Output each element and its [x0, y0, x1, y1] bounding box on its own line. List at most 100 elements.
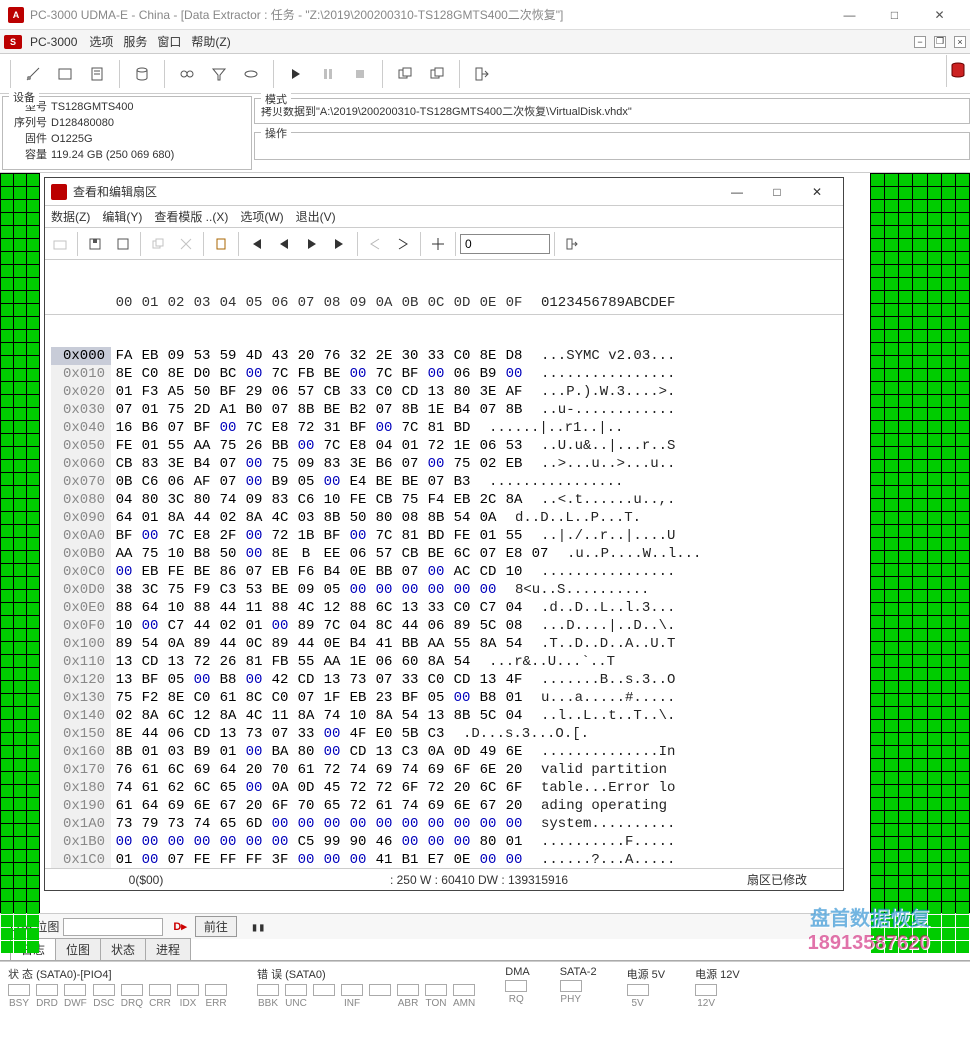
hex-row[interactable]: 0x04016B607BF007CE87231BF007C81BD......|… [51, 419, 837, 437]
hex-row[interactable]: 0x0E0886410884411884C12886C1333C0C704.d.… [51, 599, 837, 617]
session-icon[interactable] [51, 60, 79, 88]
menubar: S PC-3000 选项 服务 窗口 帮助(Z) − ❐ × [0, 30, 970, 54]
submenu-data[interactable]: 数据(Z) [51, 208, 90, 225]
paste-icon[interactable] [208, 231, 234, 257]
copy1-icon[interactable] [391, 60, 419, 88]
submenu-template[interactable]: 查看模版 ..(X) [154, 208, 228, 225]
sub-close-button[interactable]: ✕ [797, 178, 837, 206]
hex-row[interactable]: 0x1C0010007FEFFFF3F00000041B1E70E0000...… [51, 851, 837, 868]
hex-row[interactable]: 0x0D0383C75F9C353BE09050000000000008<u..… [51, 581, 837, 599]
minimize-button[interactable]: — [827, 0, 872, 30]
hex-row[interactable]: 0x050FE0155AA7526BB007CE80401721E0653..U… [51, 437, 837, 455]
status-group-title: 状 态 (SATA0)-[PIO4] [8, 966, 227, 982]
last-icon[interactable] [327, 231, 353, 257]
hex-row[interactable]: 0x13075F28EC0618CC0071FEB23BF0500B801u..… [51, 689, 837, 707]
close-button[interactable]: ✕ [917, 0, 962, 30]
status-group: SATA-2PHY [560, 966, 597, 1009]
hex-row[interactable]: 0x000FAEB0953594D432076322E3033C08ED8...… [51, 347, 837, 365]
mdi-restore-icon[interactable]: ❐ [934, 36, 946, 48]
pause-icon[interactable] [314, 60, 342, 88]
hex-row[interactable]: 0x1608B0103B90100BA8000CD13C30A0D496E...… [51, 743, 837, 761]
hex-row[interactable]: 0x0F01000C744020100897C048C4406895C08...… [51, 617, 837, 635]
lba-input[interactable] [63, 918, 163, 936]
db-icon[interactable] [949, 61, 969, 81]
funnel-icon[interactable] [205, 60, 233, 88]
tab-process[interactable]: 进程 [145, 938, 191, 960]
hex-row[interactable]: 0x0C000EBFEBE8607EBF6B40EBB0700ACCD10...… [51, 563, 837, 581]
exit-icon[interactable] [468, 60, 496, 88]
first-icon[interactable] [243, 231, 269, 257]
sub-maximize-button[interactable]: □ [757, 178, 797, 206]
menu-options[interactable]: 选项 [89, 33, 113, 50]
grid-icon[interactable] [425, 231, 451, 257]
window-titlebar: A PC-3000 UDMA-E - China - [Data Extract… [0, 0, 970, 30]
exit-door-icon[interactable] [559, 231, 585, 257]
submenu-exit[interactable]: 退出(V) [296, 208, 336, 225]
hex-row[interactable]: 0x140028A6C128A4C118A74108A54138B5C04..l… [51, 707, 837, 725]
open-icon[interactable] [47, 231, 73, 257]
mdi-close-icon[interactable]: × [954, 36, 966, 48]
hex-area[interactable]: 0x000000102030405060708090A0B0C0D0E0F012… [45, 260, 843, 868]
copy2-icon[interactable] [423, 60, 451, 88]
save-icon[interactable] [82, 231, 108, 257]
led-bbk: BBK [257, 984, 279, 1009]
mdi-minimize-icon[interactable]: − [914, 36, 926, 48]
hex-row[interactable]: 0x0300701752DA1B0078BBEB2078B1EB4078B..u… [51, 401, 837, 419]
led-rq: RQ [505, 980, 527, 1005]
hex-row[interactable]: 0x0108EC08ED0BC007CFBBE007CBF0006B900...… [51, 365, 837, 383]
led-crr: CRR [149, 984, 171, 1009]
saveas-icon[interactable] [110, 231, 136, 257]
hex-row[interactable]: 0x09064018A44028A4C038B5080088B540Ad..D.… [51, 509, 837, 527]
hex-row[interactable]: 0x1B000000000000000C59990460000008001...… [51, 833, 837, 851]
led-drd: DRD [36, 984, 58, 1009]
step-next-icon[interactable] [390, 231, 416, 257]
goto-input[interactable] [460, 234, 550, 254]
hex-row[interactable]: 0x1508E4406CD13730733004FE05BC3.D...s.3.… [51, 725, 837, 743]
hex-row[interactable]: 0x12013BF0500B80042CD13730733C0CD134F...… [51, 671, 837, 689]
led-idx: IDX [177, 984, 199, 1009]
cut-icon[interactable] [173, 231, 199, 257]
cylinder-icon[interactable] [128, 60, 156, 88]
hex-row[interactable]: 0x1A073797374656D00000000000000000000sys… [51, 815, 837, 833]
hex-row[interactable]: 0x1906164696E67206F7065726174696E6720adi… [51, 797, 837, 815]
binoculars-icon[interactable] [173, 60, 201, 88]
sub-toolbar [45, 228, 843, 260]
hex-row[interactable]: 0x060CB833EB407007509833EB607007502EB..>… [51, 455, 837, 473]
hex-row[interactable]: 0x0A0BF007CE82F00721BBF007C81BDFE0155..|… [51, 527, 837, 545]
next-icon[interactable] [299, 231, 325, 257]
op-legend: 操作 [261, 125, 291, 141]
device-cap-label: 容量 [13, 147, 47, 163]
led-bsy: BSY [8, 984, 30, 1009]
hex-row[interactable]: 0x17076616C696420706172746974696F6E20val… [51, 761, 837, 779]
tools-icon[interactable] [19, 60, 47, 88]
log-icon[interactable] [83, 60, 111, 88]
play-icon[interactable] [282, 60, 310, 88]
hex-row[interactable]: 0x02001F3A550BF290657CB33C0CD13803EAF...… [51, 383, 837, 401]
hex-row[interactable]: 0x11013CD13722681FB55AA1E06608A54...r&..… [51, 653, 837, 671]
menu-window[interactable]: 窗口 [157, 33, 181, 50]
status-modified: 扇区已修改 [717, 871, 837, 888]
status-wordinfo: : 250 W : 60410 DW : 139315916 [241, 873, 717, 887]
copy-icon[interactable] [145, 231, 171, 257]
maximize-button[interactable]: □ [872, 0, 917, 30]
submenu-options[interactable]: 选项(W) [240, 208, 283, 225]
stop-icon[interactable] [346, 60, 374, 88]
prev-icon[interactable] [271, 231, 297, 257]
hex-row[interactable]: 0x0700BC606AF0700B90500E4BEBE07B3.......… [51, 473, 837, 491]
hex-row[interactable]: 0x1807461626C65000A0D4572726F72206C6Ftab… [51, 779, 837, 797]
step-prev-icon[interactable] [362, 231, 388, 257]
hex-row[interactable]: 0x0B0AA7510B850008EBEE0657CBBE6C07E807.u… [51, 545, 837, 563]
disk-icon[interactable] [237, 60, 265, 88]
hex-row[interactable]: 0x10089540A89440C89440EB441BBAA558A54.T.… [51, 635, 837, 653]
hex-row[interactable]: 0x08004803C80740983C610FECB75F4EB2C8A..<… [51, 491, 837, 509]
menu-help[interactable]: 帮助(Z) [191, 33, 230, 50]
main-area: 查看和编辑扇区 — □ ✕ 数据(Z) 编辑(Y) 查看模版 ..(X) 选项(… [0, 173, 970, 913]
sub-minimize-button[interactable]: — [717, 178, 757, 206]
menu-services[interactable]: 服务 [123, 33, 147, 50]
led-err: ERR [205, 984, 227, 1009]
submenu-edit[interactable]: 编辑(Y) [102, 208, 142, 225]
tab-status[interactable]: 状态 [100, 938, 146, 960]
tab-bitmap[interactable]: 位图 [55, 938, 101, 960]
go-button[interactable]: 前往 [195, 916, 237, 937]
info-panels: 设备 型号TS128GMTS400 序列号D128480080 固件O1225G… [0, 94, 970, 173]
